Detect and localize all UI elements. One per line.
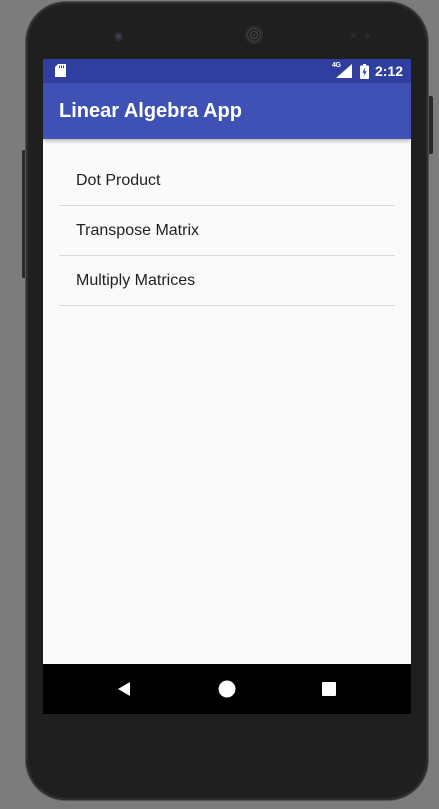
list-item-label: Multiply Matrices — [76, 272, 196, 289]
back-icon — [118, 682, 130, 696]
recents-button[interactable] — [305, 664, 353, 714]
home-button[interactable] — [203, 664, 251, 714]
list-item-label: Transpose Matrix — [76, 222, 199, 239]
list-item-transpose-matrix[interactable]: Transpose Matrix — [59, 206, 395, 256]
bottom-speaker-icon — [175, 757, 245, 767]
menu-list: Dot Product Transpose Matrix Multiply Ma… — [59, 156, 395, 306]
list-item-multiply-matrices[interactable]: Multiply Matrices — [59, 256, 395, 306]
device-screen: 4G 2:12 Linear Algebra App Dot Product T… — [43, 59, 411, 714]
battery-charging-icon — [359, 63, 369, 79]
page-title: Linear Algebra App — [59, 100, 242, 122]
power-button — [428, 96, 433, 154]
proximity-sensor-icon — [351, 33, 356, 38]
sd-card-icon — [55, 64, 66, 77]
app-bar: Linear Algebra App — [43, 83, 411, 139]
list-item-label: Dot Product — [76, 172, 161, 189]
signal-bars-icon — [335, 64, 352, 78]
home-icon — [218, 680, 236, 698]
signal-icon: 4G — [332, 62, 352, 79]
recents-icon — [322, 682, 336, 696]
earpiece-speaker-icon — [245, 26, 263, 44]
light-sensor-icon — [365, 33, 370, 38]
status-time: 2:12 — [374, 63, 403, 79]
list-item-dot-product[interactable]: Dot Product — [59, 156, 395, 206]
navigation-bar — [43, 664, 411, 714]
front-camera-icon — [114, 32, 123, 41]
back-button[interactable] — [100, 664, 148, 714]
status-bar: 4G 2:12 — [43, 59, 411, 83]
status-icons: 4G 2:12 — [332, 59, 403, 83]
